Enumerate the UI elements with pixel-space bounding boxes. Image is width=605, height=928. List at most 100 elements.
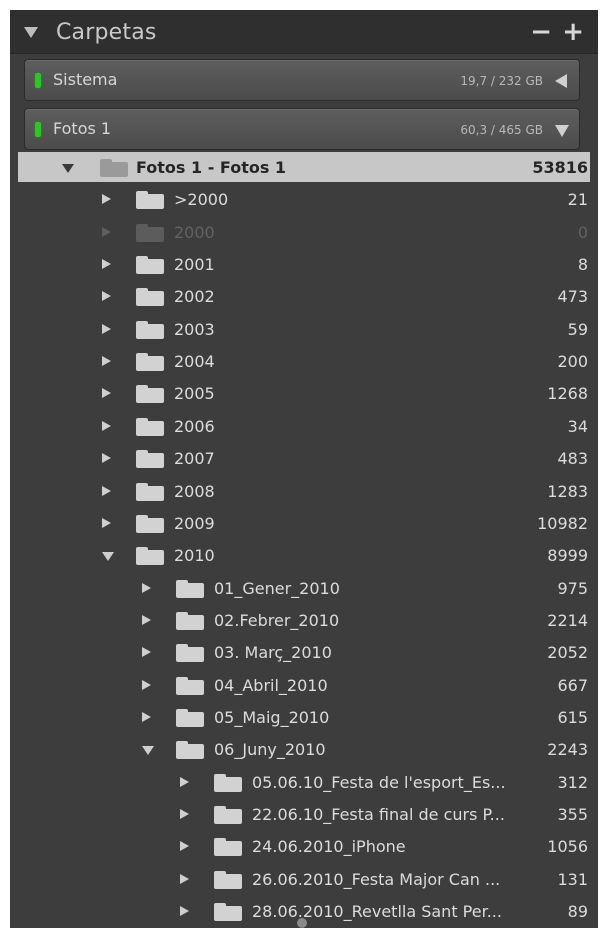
folder-photo-count: 473	[557, 287, 588, 307]
folder-name: 2007	[174, 449, 215, 469]
disclosure-collapsed-icon[interactable]	[102, 291, 111, 302]
folder-icon	[176, 579, 204, 598]
disclosure-collapsed-icon[interactable]	[102, 420, 111, 431]
folder-name: 2006	[174, 416, 215, 436]
disclosure-collapsed-icon[interactable]	[142, 711, 151, 722]
volume-online-indicator-icon	[35, 122, 41, 137]
folder-row[interactable]: 2009 10982	[18, 508, 590, 538]
folder-name: 2008	[174, 481, 215, 501]
disclosure-collapsed-icon[interactable]	[142, 582, 151, 593]
disclosure-collapsed-icon[interactable]	[102, 485, 111, 496]
folder-name: 03. Març_2010	[214, 643, 332, 663]
add-folder-button[interactable]: +	[562, 19, 584, 45]
disclosure-collapsed-icon[interactable]	[102, 356, 111, 367]
disclosure-collapsed-icon[interactable]	[102, 517, 111, 528]
folder-icon	[136, 288, 164, 307]
folder-row[interactable]: 01_Gener_2010 975	[18, 573, 590, 603]
disclosure-collapsed-icon[interactable]	[102, 453, 111, 464]
folder-photo-count: 483	[557, 449, 588, 469]
folder-row[interactable]: Fotos 1 - Fotos 1 53816	[18, 152, 590, 182]
folder-icon	[136, 417, 164, 436]
folder-row[interactable]: 2001 8	[18, 249, 590, 279]
panel-title-wrap[interactable]: Carpetas	[24, 18, 157, 46]
disclosure-collapsed-icon[interactable]	[180, 906, 189, 917]
folder-photo-count: 355	[557, 805, 588, 824]
folder-photo-count: 312	[557, 772, 588, 792]
folder-row[interactable]: 2002 473	[18, 281, 590, 311]
folder-row[interactable]: >2000 21	[18, 184, 590, 214]
folder-row[interactable]: 06_Juny_2010 2243	[18, 734, 590, 764]
folder-icon	[136, 385, 164, 404]
folder-name: 2005	[174, 384, 215, 404]
volume-sistema[interactable]: Sistema 19,7 / 232 GB	[24, 59, 580, 101]
folder-icon	[176, 741, 204, 760]
folder-row[interactable]: 2006 34	[18, 411, 590, 441]
folder-row[interactable]: 22.06.10_Festa final de curs P... 355	[18, 799, 590, 829]
folder-photo-count: 131	[557, 869, 588, 889]
folder-name: 2004	[174, 352, 215, 372]
folder-icon	[176, 611, 204, 630]
folder-row[interactable]: 24.06.2010_iPhone 1056	[18, 831, 590, 861]
folder-row[interactable]: 2010 8999	[18, 540, 590, 570]
folder-photo-count: 34	[567, 416, 588, 436]
volume-name: Fotos 1	[53, 119, 112, 138]
folder-row[interactable]: 02.Febrer_2010 2214	[18, 605, 590, 635]
volume-online-indicator-icon	[35, 73, 41, 88]
folder-name: 2010	[174, 546, 215, 566]
folder-photo-count: 8999	[547, 546, 588, 566]
folder-icon	[176, 644, 204, 663]
folder-photo-count: 200	[557, 352, 588, 372]
folder-photo-count: 21	[567, 190, 588, 210]
disclosure-collapsed-icon[interactable]	[102, 194, 111, 205]
disclosure-collapsed-icon[interactable]	[142, 647, 151, 658]
volume-fotos-1[interactable]: Fotos 1 60,3 / 465 GB	[24, 108, 580, 150]
remove-folder-button[interactable]: −	[530, 19, 552, 45]
disclosure-expanded-icon[interactable]	[62, 164, 74, 173]
folder-row[interactable]: 2004 200	[18, 346, 590, 376]
disclosure-collapsed-icon[interactable]	[180, 776, 189, 787]
folder-photo-count: 2214	[547, 610, 588, 630]
folder-icon	[100, 159, 128, 177]
folder-row[interactable]: 2000 0	[18, 217, 590, 247]
folder-icon	[176, 708, 204, 727]
folder-name: >2000	[174, 190, 229, 210]
volume-collapsed-triangle-icon[interactable]	[555, 74, 567, 88]
folder-row[interactable]: 03. Març_2010 2052	[18, 637, 590, 667]
folder-row[interactable]: 26.06.2010_Festa Major Can ... 131	[18, 864, 590, 894]
folder-icon	[136, 450, 164, 469]
folder-row[interactable]: 05_Maig_2010 615	[18, 702, 590, 732]
folder-icon	[136, 191, 164, 210]
collapse-triangle-icon[interactable]	[24, 26, 38, 38]
folder-name: 05.06.10_Festa de l'esport_Es...	[252, 772, 506, 792]
disclosure-collapsed-icon[interactable]	[142, 679, 151, 690]
disclosure-expanded-icon[interactable]	[102, 552, 114, 562]
folder-icon	[214, 870, 242, 889]
disclosure-collapsed-icon[interactable]	[102, 388, 111, 399]
disclosure-collapsed-icon[interactable]	[102, 226, 111, 237]
folder-row[interactable]: 2003 59	[18, 314, 590, 344]
panel-header[interactable]: Carpetas − +	[10, 10, 598, 54]
volume-expanded-triangle-icon[interactable]	[555, 125, 569, 137]
folder-row[interactable]: 2005 1268	[18, 378, 590, 408]
folder-row[interactable]: 2007 483	[18, 443, 590, 473]
folder-row[interactable]: 05.06.10_Festa de l'esport_Es... 312	[18, 767, 590, 797]
disclosure-collapsed-icon[interactable]	[180, 809, 189, 819]
folder-name: 2001	[174, 255, 215, 275]
folder-photo-count: 975	[557, 578, 588, 598]
disclosure-collapsed-icon[interactable]	[180, 841, 189, 852]
disclosure-collapsed-icon[interactable]	[180, 873, 189, 884]
folder-row[interactable]: 04_Abril_2010 667	[18, 670, 590, 700]
disclosure-collapsed-icon[interactable]	[102, 323, 111, 334]
folder-name: 28.06.2010_Revetlla Sant Per...	[252, 902, 502, 922]
folder-icon	[136, 482, 164, 501]
folder-icon	[136, 256, 164, 275]
panel-resize-grip-icon[interactable]	[297, 918, 307, 928]
folder-name: 2002	[174, 287, 215, 307]
folder-photo-count: 2243	[547, 740, 588, 760]
folder-row[interactable]: 2008 1283	[18, 476, 590, 506]
folder-name: 04_Abril_2010	[214, 675, 328, 695]
disclosure-collapsed-icon[interactable]	[102, 259, 111, 270]
disclosure-collapsed-icon[interactable]	[142, 614, 151, 625]
disclosure-expanded-icon[interactable]	[142, 746, 154, 756]
folder-name: 2003	[174, 319, 215, 339]
